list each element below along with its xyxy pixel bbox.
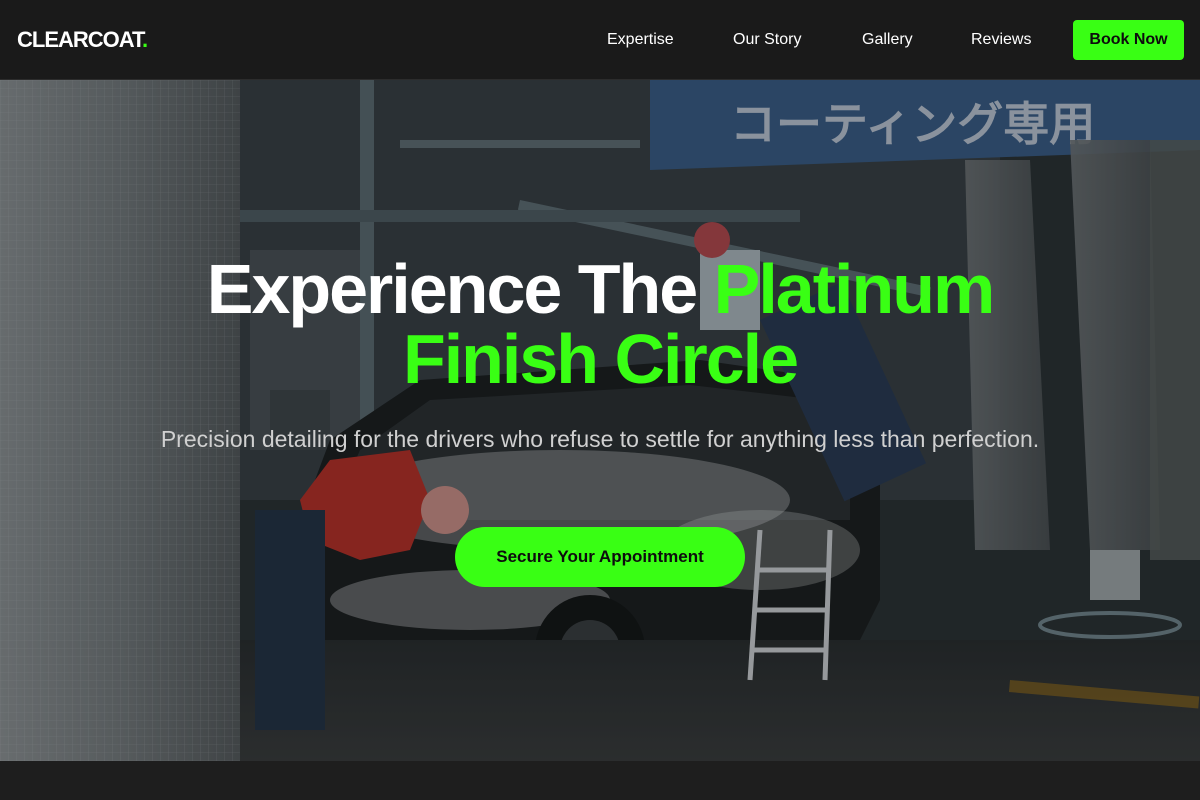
headline-accent-line2: Finish Circle (402, 320, 799, 398)
secure-appointment-button[interactable]: Secure Your Appointment (455, 527, 745, 587)
hero-section: コーティング専用 Experience The Platinum Finish … (0, 80, 1200, 761)
headline-white-text: Experience The (206, 250, 714, 328)
book-now-button[interactable]: Book Now (1073, 20, 1184, 60)
nav-link-expertise[interactable]: Expertise (607, 30, 674, 50)
nav-link-our-story[interactable]: Our Story (733, 30, 801, 50)
hero-headline: Experience The Platinum Finish Circle (0, 254, 1200, 394)
nav-link-reviews[interactable]: Reviews (971, 30, 1031, 50)
hero-overlay (0, 80, 1200, 761)
hero-subtitle: Precision detailing for the drivers who … (160, 426, 1040, 452)
site-header: CLEARCOAT. Expertise Our Story Gallery R… (0, 0, 1200, 80)
headline-accent-line1: Platinum (713, 250, 996, 328)
main-nav: Expertise Our Story Gallery Reviews (0, 0, 1200, 80)
nav-link-gallery[interactable]: Gallery (862, 30, 913, 50)
below-hero-section (0, 761, 1200, 800)
